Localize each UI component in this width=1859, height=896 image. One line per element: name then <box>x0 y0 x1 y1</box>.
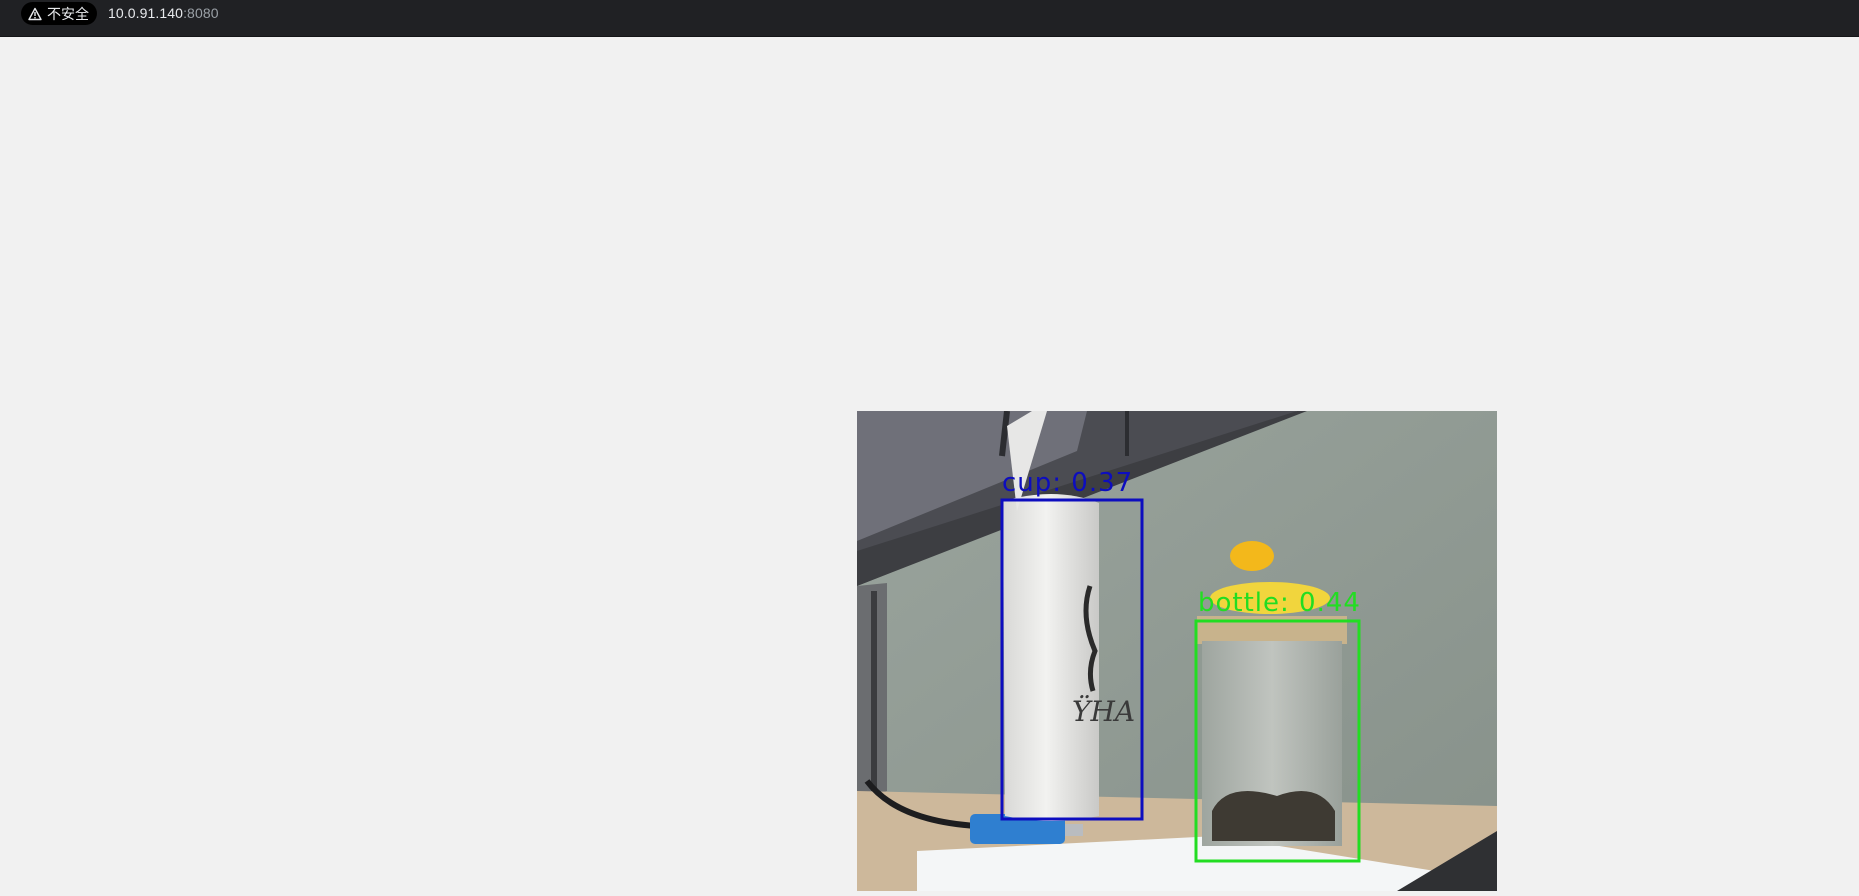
white-cup <box>1003 493 1099 821</box>
svg-text:ŸHA: ŸHA <box>1072 695 1135 728</box>
browser-address-bar: 不安全 10.0.91.140:8080 <box>0 0 1859 37</box>
security-indicator[interactable]: 不安全 <box>21 2 97 25</box>
warning-triangle-icon <box>28 7 42 21</box>
url-field[interactable]: 10.0.91.140:8080 <box>108 5 219 21</box>
detection-label-cup: cup: 0.37 <box>1002 468 1133 498</box>
detection-frame: ŸHA cup: 0.37 bottle: 0.44 <box>857 411 1497 891</box>
detection-label-bottle: bottle: 0.44 <box>1198 588 1361 618</box>
camera-video-feed: ŸHA cup: 0.37 bottle: 0.44 <box>857 411 1497 891</box>
url-host: 10.0.91.140 <box>108 5 184 21</box>
security-label: 不安全 <box>47 5 89 22</box>
url-port: :8080 <box>183 5 219 21</box>
